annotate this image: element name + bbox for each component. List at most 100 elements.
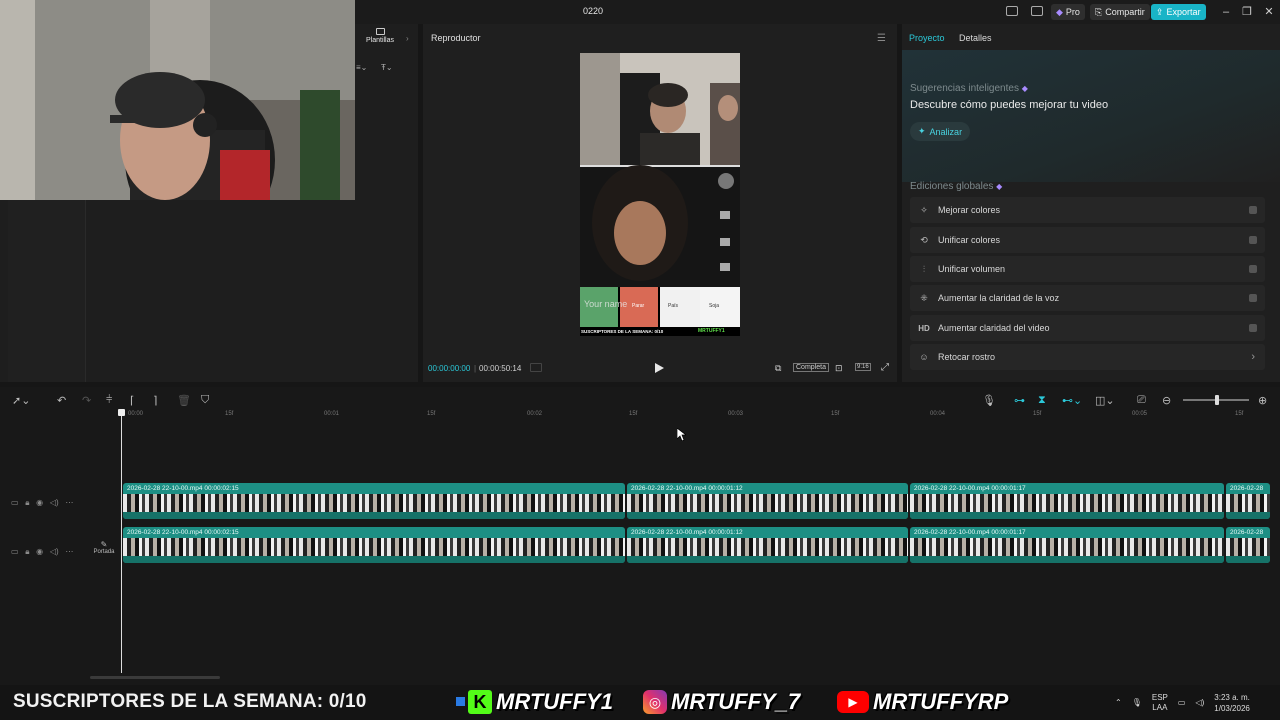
zoom-in-icon[interactable]: ⊕ — [1258, 394, 1267, 407]
overlay-watermark: MRTUFFY1 — [698, 328, 725, 334]
toggle[interactable] — [1249, 324, 1257, 332]
chevron-right-icon: › — [1251, 351, 1255, 363]
option-3: Soja — [709, 303, 720, 309]
speaker-icon[interactable]: ◁) — [50, 547, 59, 556]
split-icon[interactable]: ⫩ — [106, 394, 112, 407]
clock[interactable]: 3:23 a. m. 1/03/2026 — [1214, 692, 1250, 714]
instagram-icon: ◎ — [643, 690, 667, 714]
toggle[interactable] — [1249, 265, 1257, 273]
play-button[interactable] — [654, 363, 664, 373]
pro-button[interactable]: ◆ Pro — [1051, 4, 1085, 20]
split-view-icon[interactable]: ◫⌄ — [1095, 394, 1115, 407]
zoom-slider-handle[interactable] — [1215, 395, 1219, 405]
diamond-icon: ◆ — [1056, 6, 1063, 17]
webcam-overlay — [0, 0, 355, 200]
lock-icon[interactable]: 🔒︎ — [25, 498, 29, 507]
volume-icon[interactable]: ◁) — [1195, 698, 1204, 707]
trim-left-icon[interactable]: ⌈ — [130, 394, 134, 407]
toggle[interactable] — [1249, 236, 1257, 244]
close-icon[interactable]: ✕ — [1262, 5, 1276, 19]
toggle[interactable] — [1249, 206, 1257, 214]
track-visibility-icon[interactable]: ▭ — [11, 547, 19, 556]
zoom-slider[interactable] — [1183, 395, 1249, 405]
ruler-label: 00:03 — [728, 411, 744, 417]
minimize-icon[interactable]: – — [1219, 5, 1233, 19]
timeline-list-icon[interactable] — [530, 363, 542, 372]
video-clip[interactable]: 2026-02-28 22-10-00.mp4 00:00:01:12 — [627, 527, 908, 563]
preview-axis-icon[interactable]: ⊷⌄ — [1062, 394, 1082, 407]
video-clip[interactable]: 2026-02-28 22-10-00.mp4 00:00:01:17 — [910, 527, 1224, 563]
undo-icon[interactable]: ↶ — [57, 394, 66, 407]
sort-icon[interactable]: ≡⌄ — [356, 63, 367, 72]
microphone-icon[interactable]: 🎙︎ — [1132, 698, 1142, 707]
sparkle-icon: ✦ — [918, 126, 926, 136]
clip-title: 2026-02-28 22-10-00.mp4 00:00:01:12 — [631, 485, 743, 492]
edit-row-enhance-colors[interactable]: ✧ Mejorar colores — [910, 197, 1265, 223]
video-preview[interactable]: Your name Parar País Soja SUSCRIPTORES D… — [580, 53, 740, 336]
video-clip[interactable]: 2026-02-28 — [1226, 527, 1270, 563]
trim-right-icon[interactable]: ⌉ — [153, 394, 157, 407]
track-visibility-icon[interactable]: ▭ — [11, 498, 19, 507]
microphone-icon[interactable]: 🎙 — [982, 394, 996, 407]
windows-start-icon[interactable] — [456, 697, 465, 706]
language-indicator[interactable]: ESP LAA — [1152, 693, 1168, 713]
eye-icon[interactable]: ◉ — [36, 498, 43, 507]
link-clips-icon[interactable]: ⊶ — [1014, 394, 1025, 407]
fullscreen-icon[interactable]: ⤢ — [881, 362, 889, 373]
playhead-handle[interactable] — [118, 409, 125, 416]
playhead[interactable] — [121, 411, 122, 673]
more-icon[interactable]: ⋯ — [65, 498, 73, 507]
export-button[interactable]: ⇪ Exportar — [1151, 4, 1206, 20]
speaker-icon[interactable]: ◁) — [50, 498, 59, 507]
crop-icon[interactable]: ⧉ — [775, 363, 781, 374]
ruler-label: 00:00 — [128, 411, 144, 417]
lock-icon[interactable]: 🔒︎ — [25, 547, 29, 556]
snapshot-icon[interactable]: ⊡ — [835, 363, 843, 374]
video-clip[interactable]: 2026-02-28 22-10-00.mp4 00:00:01:17 — [910, 483, 1224, 519]
more-icon[interactable]: ⋯ — [65, 547, 73, 556]
chevron-up-icon[interactable]: ⌃ — [1115, 698, 1122, 707]
shortcuts-icon[interactable] — [1031, 6, 1043, 16]
edit-row-unify-colors[interactable]: ⟲ Unificar colores — [910, 227, 1265, 253]
timeline-scrollbar[interactable] — [90, 676, 220, 679]
edit-row-voice-clarity[interactable]: ⁜ Aumentar la claridad de la voz — [910, 285, 1265, 311]
edit-row-video-clarity[interactable]: HD Aumentar claridad del video — [910, 315, 1265, 341]
edit-row-unify-volume[interactable]: ⫶ Unificar volumen — [910, 256, 1265, 282]
zoom-out-icon[interactable]: ⊖ — [1162, 394, 1171, 407]
marker-icon[interactable]: ⛉ — [201, 394, 209, 407]
filter-icon[interactable]: Ŧ⌄ — [381, 63, 393, 72]
ratio-button[interactable]: Completa — [793, 363, 829, 372]
clip-audio-strip — [123, 512, 625, 519]
cover-button[interactable]: ✎ Portada — [90, 540, 118, 555]
video-clip[interactable]: 2026-02-28 22-10-00.mp4 00:00:02:15 — [123, 483, 625, 519]
share-button[interactable]: ⎘ Compartir — [1090, 4, 1150, 20]
video-clip[interactable]: 2026-02-28 22-10-00.mp4 00:00:02:15 — [123, 527, 625, 563]
edit-row-face-retouch[interactable]: ☺ Retocar rostro › — [910, 344, 1265, 370]
chevron-right-icon[interactable]: › — [406, 34, 409, 43]
aspect-button[interactable]: 9:16 — [855, 363, 871, 371]
clip-audio-strip — [1226, 556, 1270, 563]
video-clip[interactable]: 2026-02-28 — [1226, 483, 1270, 519]
redo-icon[interactable]: ↷ — [82, 394, 91, 407]
caption-icon[interactable]: ⎚ — [1137, 394, 1146, 407]
ruler-label: 15f — [629, 411, 638, 417]
select-tool-icon[interactable]: ➚⌄ — [12, 394, 30, 407]
ruler-label: 15f — [831, 411, 840, 417]
toggle[interactable] — [1249, 294, 1257, 302]
analyze-button[interactable]: ✦ Analizar — [910, 122, 971, 141]
tab-project[interactable]: Proyecto — [909, 33, 945, 43]
menu-icon[interactable]: ☰ — [877, 33, 886, 44]
snap-icon[interactable]: ⧗ — [1038, 394, 1046, 407]
tab-details[interactable]: Detalles — [959, 33, 992, 43]
video-clip[interactable]: 2026-02-28 22-10-00.mp4 00:00:01:12 — [627, 483, 908, 519]
edit-label: Unificar volumen — [938, 264, 1006, 274]
layout-icon[interactable] — [1006, 6, 1018, 16]
global-edits-text: Ediciones globales — [910, 181, 994, 192]
clip-title: 2026-02-28 — [1230, 529, 1264, 536]
delete-icon[interactable]: 🗑 — [177, 394, 191, 407]
eye-icon[interactable]: ◉ — [36, 547, 43, 556]
network-icon[interactable]: ▭ — [1178, 698, 1186, 707]
templates-tab[interactable]: Plantillas — [360, 28, 400, 50]
smart-suggestions-text: Sugerencias inteligentes — [910, 83, 1019, 94]
maximize-icon[interactable]: ❐ — [1240, 5, 1254, 19]
